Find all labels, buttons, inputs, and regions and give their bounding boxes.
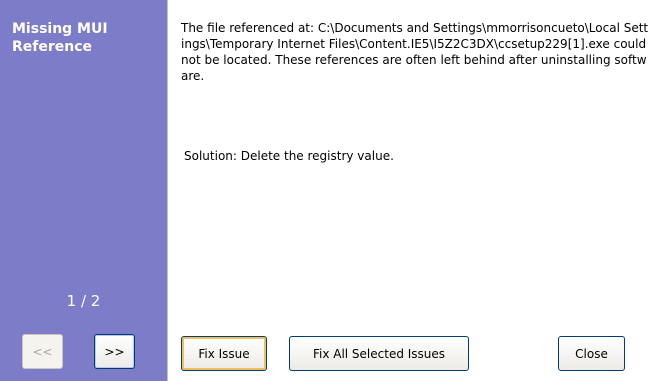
issue-sidebar: Missing MUI Reference 1 / 2 << >> [0, 0, 167, 381]
fix-all-selected-issues-button[interactable]: Fix All Selected Issues [289, 336, 469, 371]
issue-title: Missing MUI Reference [12, 21, 108, 55]
issue-details-panel: The file referenced at: C:\Documents and… [167, 0, 662, 381]
fix-issue-button[interactable]: Fix Issue [181, 336, 267, 371]
issue-description: The file referenced at: C:\Documents and… [181, 21, 649, 83]
close-button[interactable]: Close [558, 336, 625, 371]
next-button[interactable]: >> [94, 334, 135, 369]
issue-dialog: Missing MUI Reference 1 / 2 << >> The fi… [0, 0, 662, 381]
previous-button[interactable]: << [22, 334, 63, 369]
issue-solution: Solution: Delete the registry value. [184, 149, 394, 163]
page-counter: 1 / 2 [66, 292, 101, 310]
